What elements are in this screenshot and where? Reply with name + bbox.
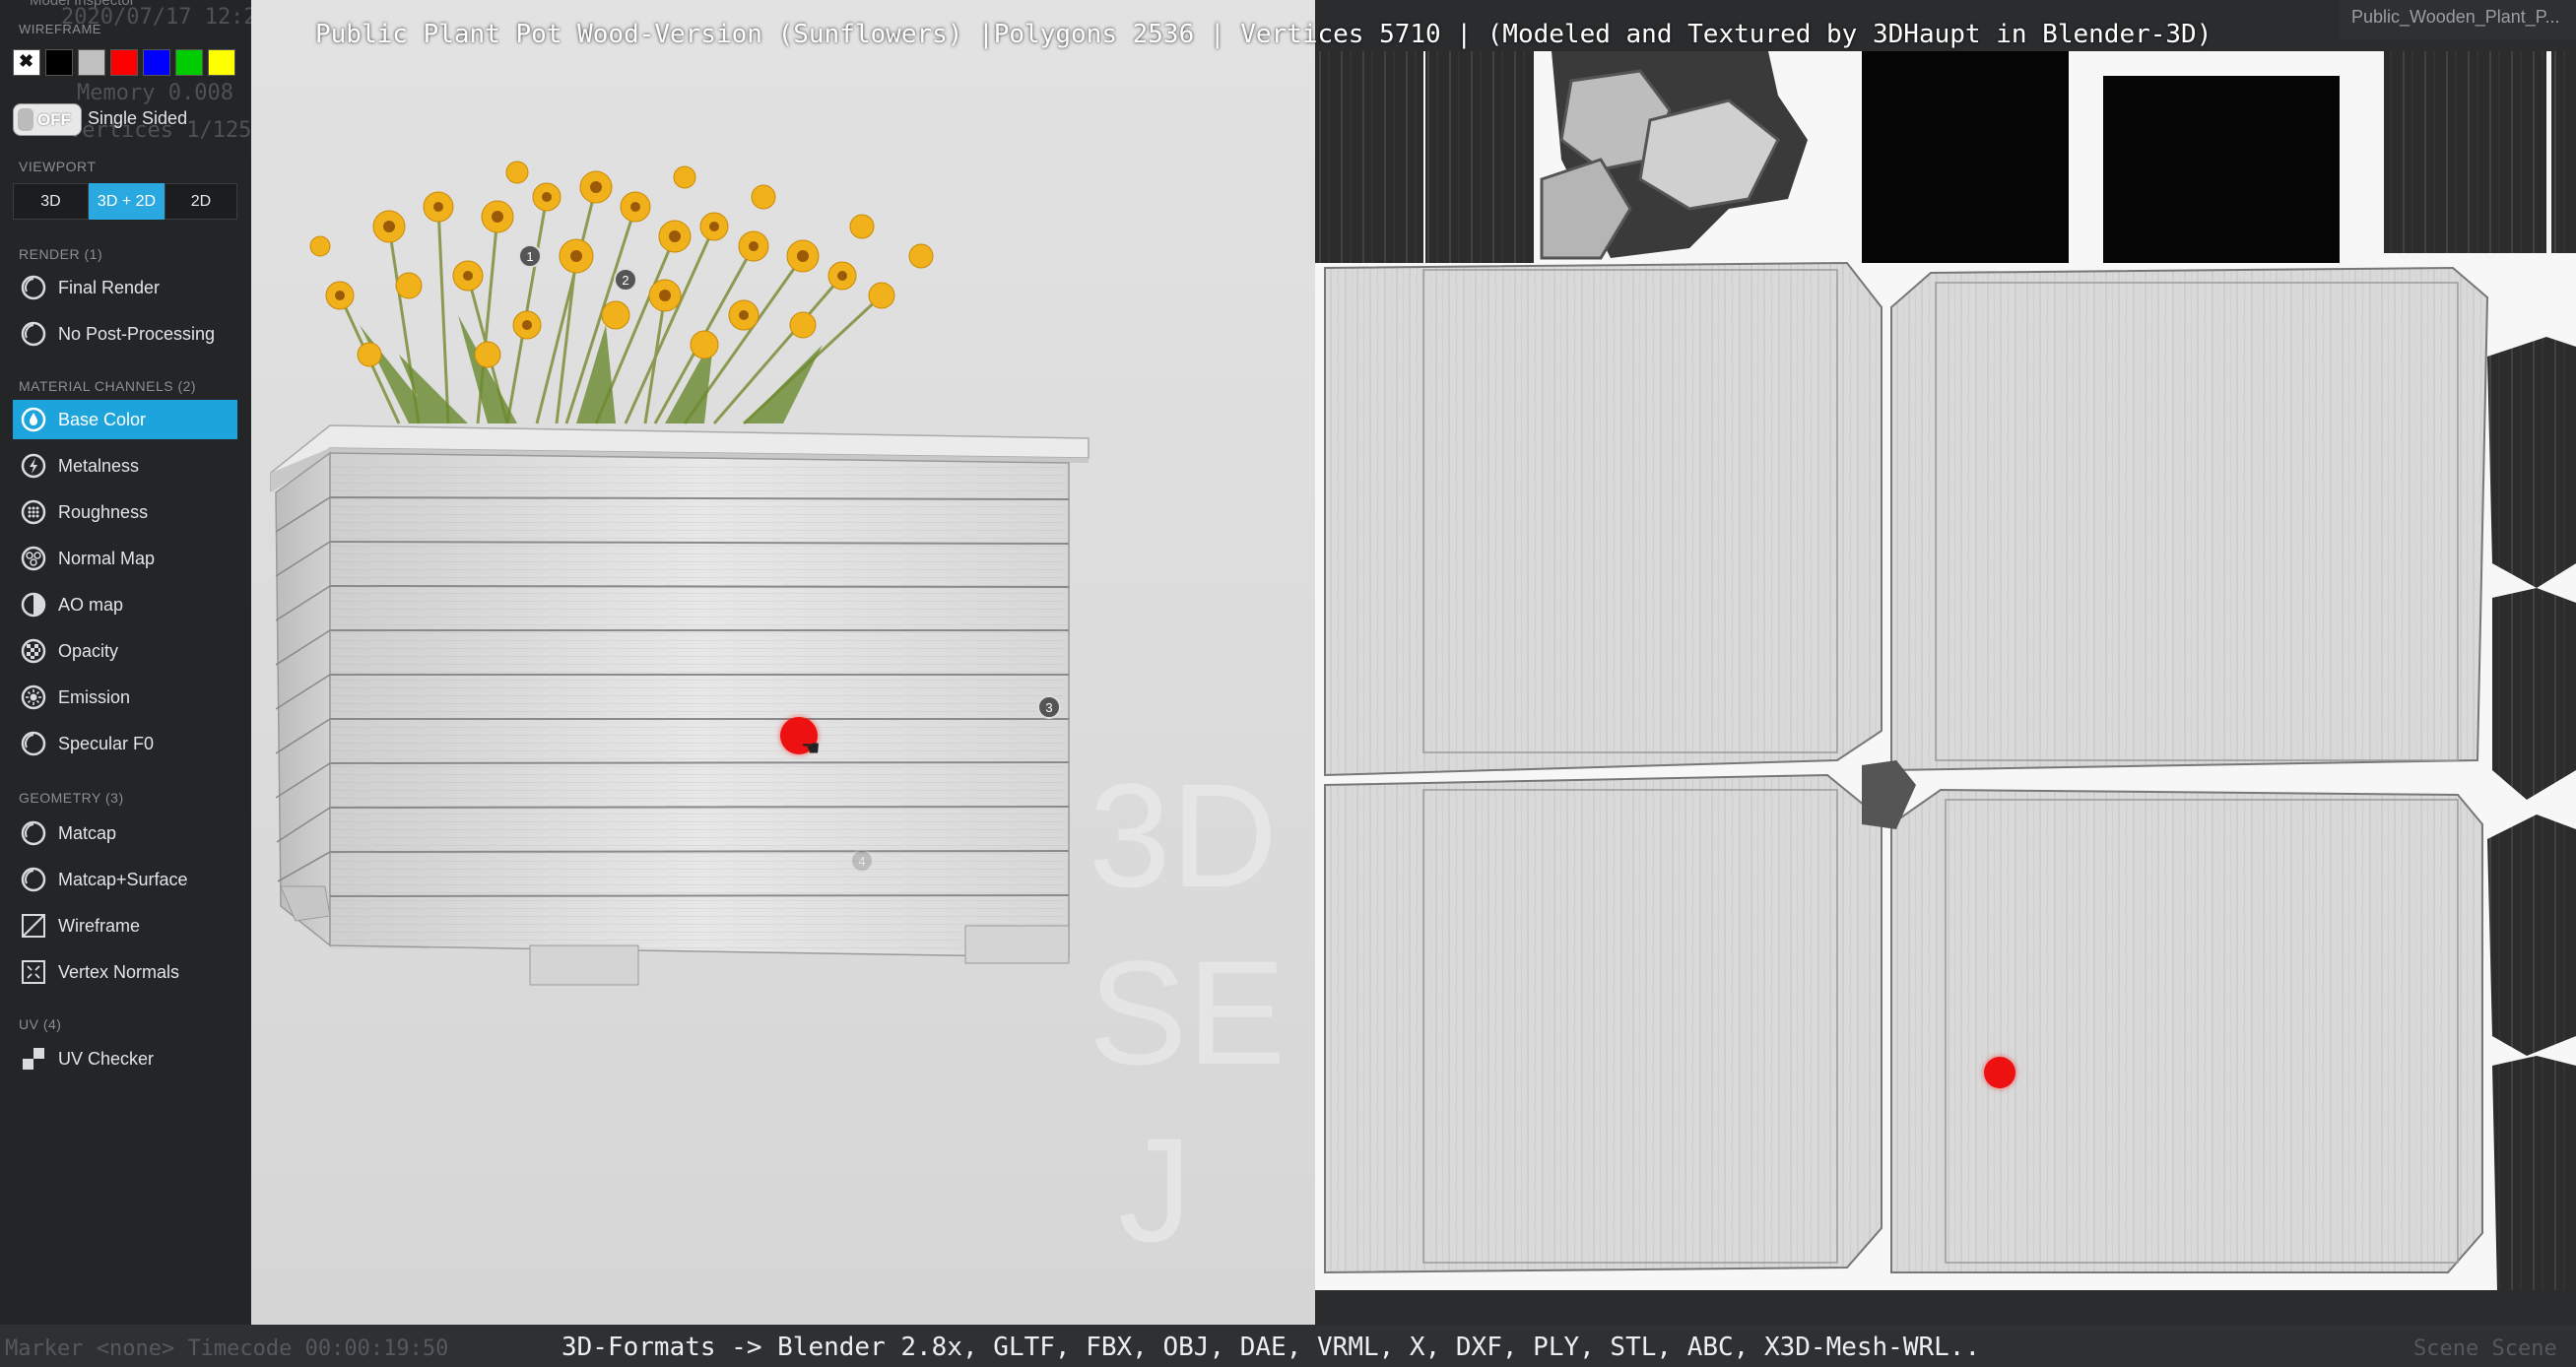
menu-item-label: AO map (58, 594, 124, 615)
wireframe-color-blue[interactable] (143, 49, 170, 76)
menu-item-label: Matcap+Surface (58, 869, 188, 889)
sun-icon (19, 683, 48, 712)
wireframe-color-white[interactable]: ✖ (13, 49, 40, 76)
annotation-hotspot-3[interactable]: 3 (1037, 695, 1061, 719)
channel-base-color[interactable]: Base Color (13, 400, 237, 439)
channel-ao-map[interactable]: AO map (13, 585, 237, 624)
geometry-matcap[interactable]: Matcap (13, 814, 237, 853)
single-sided-label: Single Sided (88, 108, 188, 128)
uv-section-label: UV (4) (19, 1016, 62, 1032)
wireframe-icon (19, 911, 48, 941)
viewport-3d-2d-button[interactable]: 3D + 2D (89, 183, 165, 220)
svg-text:3D: 3D (1089, 752, 1278, 918)
uv-checker-icon (19, 1044, 48, 1074)
inspector-sidebar: Model Inspector 2020/07/17 12:24:03 Memo… (0, 0, 309, 1367)
sphere-icon (19, 273, 48, 302)
droplet-icon (19, 405, 48, 434)
menu-item-label: Wireframe (58, 915, 141, 936)
formats-caption: 3D-Formats -> Blender 2.8x, GLTF, FBX, O… (561, 1333, 1981, 1362)
menu-item-label: Opacity (58, 640, 119, 661)
viewport-3d-button[interactable]: 3D (13, 183, 89, 220)
channel-metalness[interactable]: Metalness (13, 446, 237, 486)
uv-texture-map (1315, 51, 2576, 1290)
render-final-render[interactable]: Final Render (13, 268, 237, 307)
wireframe-color-gray[interactable] (78, 49, 105, 76)
menu-item-label: Vertex Normals (58, 961, 180, 982)
geometry-section-label: GEOMETRY (3) (19, 790, 124, 806)
geometry-vertex-normals[interactable]: Vertex Normals (13, 952, 237, 992)
viewport-section-label: VIEWPORT (19, 159, 97, 174)
model-inspector-app: Model Inspector 2020/07/17 12:24:03 Memo… (0, 0, 2576, 1367)
annotation-hotspot-2[interactable]: 2 (614, 268, 637, 292)
menu-item-label: Final Render (58, 277, 161, 297)
bolt-icon (19, 451, 48, 481)
half-circle-icon (19, 590, 48, 619)
bottom-status-bar: Marker <none> Timecode 00:00:19:50 3D-Fo… (0, 1325, 2576, 1367)
viewport-2d-button[interactable]: 2D (165, 183, 237, 220)
wireframe-color-red[interactable] (110, 49, 138, 76)
render-section-label: RENDER (1) (19, 246, 103, 262)
planter-render: 3D SE J (251, 0, 1315, 1325)
sphere-icon (19, 865, 48, 894)
vertex-normals-icon (19, 957, 48, 987)
menu-item-label: Normal Map (58, 548, 156, 568)
wireframe-color-yellow[interactable] (208, 49, 235, 76)
menu-item-label: Base Color (58, 409, 147, 429)
channel-normal-map[interactable]: Normal Map (13, 539, 237, 578)
hand-cursor-icon: ☚ (801, 736, 821, 760)
uv-texture-view[interactable] (1315, 51, 2576, 1290)
model-name-tag: Public_Wooden_Plant_P... (2340, 0, 2576, 39)
viewport-3d[interactable]: 3D SE J 1 2 3 4 ☚ (251, 0, 1315, 1325)
channel-opacity[interactable]: Opacity (13, 631, 237, 671)
menu-item-label: Roughness (58, 501, 149, 522)
annotation-hotspot-1[interactable]: 1 (518, 244, 542, 268)
sphere-icon (19, 729, 48, 758)
sphere-icon (19, 319, 48, 349)
annotation-hotspot-4[interactable]: 4 (850, 849, 874, 873)
toggle-knob (18, 108, 33, 131)
ghost-scene-overlay: Scene Scene (2413, 1336, 2557, 1361)
dots-icon (19, 497, 48, 527)
channel-emission[interactable]: Emission (13, 678, 237, 717)
menu-item-label: Matcap (58, 822, 117, 843)
menu-item-label: Emission (58, 686, 131, 707)
wireframe-color-black[interactable] (45, 49, 73, 76)
svg-text:SE: SE (1089, 930, 1286, 1095)
wireframe-color-green[interactable] (175, 49, 203, 76)
normal-map-icon (19, 544, 48, 573)
geometry-matcap-surface[interactable]: Matcap+Surface (13, 860, 237, 899)
single-sided-toggle[interactable]: OFF (13, 103, 82, 136)
channel-roughness[interactable]: Roughness (13, 492, 237, 532)
uv-checker[interactable]: UV Checker (13, 1039, 237, 1078)
wireframe-section-label: WIREFRAME (19, 22, 101, 36)
menu-item-label: Specular F0 (58, 733, 155, 753)
menu-item-label: Metalness (58, 455, 140, 476)
model-title-overlay: Public Plant Pot Wood-Version (Sunflower… (315, 20, 2213, 49)
material-channels-section-label: MATERIAL CHANNELS (2) (19, 378, 197, 394)
geometry-wireframe[interactable]: Wireframe (13, 906, 237, 945)
toggle-state-label: OFF (37, 110, 71, 129)
menu-item-label: No Post-Processing (58, 323, 216, 344)
uv-cursor-dot (1984, 1057, 2015, 1088)
render-no-post-processing[interactable]: No Post-Processing (13, 314, 237, 354)
svg-text:J: J (1118, 1107, 1192, 1272)
channel-specular-f0[interactable]: Specular F0 (13, 724, 237, 763)
ghost-memory-overlay: Memory 0.008 (77, 81, 233, 105)
close-icon: ✖ (19, 51, 34, 71)
menu-item-label: UV Checker (58, 1048, 155, 1069)
checker-circle-icon (19, 636, 48, 666)
sphere-icon (19, 818, 48, 848)
ghost-timecode-overlay: Marker <none> Timecode 00:00:19:50 (5, 1336, 449, 1361)
